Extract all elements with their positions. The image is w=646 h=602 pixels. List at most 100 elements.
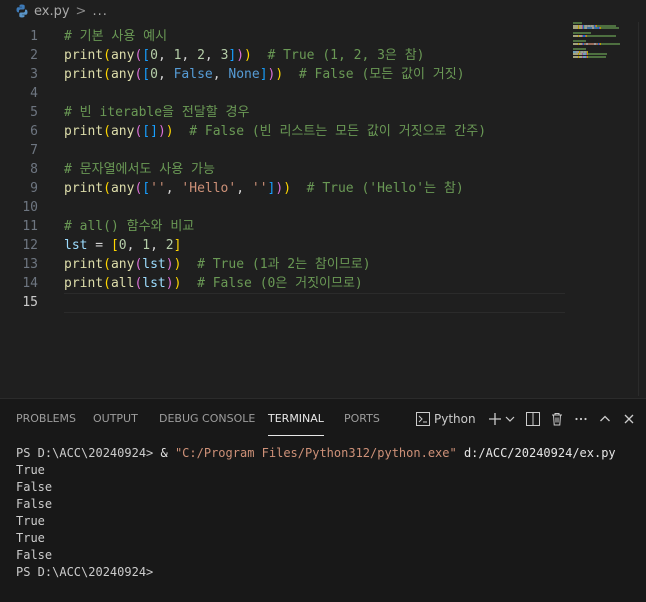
code-token: ]: [259, 67, 268, 82]
code-token: # True (1, 2, 3은 참): [251, 48, 425, 63]
code-token: # True ('Hello'는 참): [291, 181, 464, 196]
code-text: # 기본 사용 예시: [64, 27, 167, 46]
code-token: (: [103, 181, 111, 196]
code-token: all: [110, 276, 135, 291]
code-token: ,: [157, 67, 174, 82]
terminal-command-argument: d:/ACC/20240924/ex.py: [456, 446, 616, 460]
code-token: (: [103, 48, 111, 63]
code-token: [: [142, 124, 151, 139]
trash-icon[interactable]: [548, 410, 566, 428]
code-token: ,: [165, 181, 182, 196]
code-text: print(any([])) # False (빈 리스트는 모든 값이 거짓으…: [64, 122, 486, 141]
line-number: 13: [22, 257, 38, 272]
code-token: 'Hello': [181, 181, 237, 196]
code-token: ): [165, 124, 174, 139]
line-number: 12: [22, 238, 38, 253]
line-number: 7: [30, 143, 38, 158]
breadcrumb-file-name[interactable]: ex.py: [34, 4, 70, 19]
code-line[interactable]: 1 # 기본 사용 예시: [0, 27, 560, 46]
code-line[interactable]: 14 print(all(lst)) # False (0은 거짓이므로): [0, 274, 560, 293]
chevron-up-icon[interactable]: [596, 410, 614, 428]
code-token: ): [165, 257, 174, 272]
tab-problems[interactable]: PROBLEMS: [16, 412, 76, 425]
close-icon[interactable]: [620, 410, 638, 428]
code-line[interactable]: 8 # 문자열에서도 사용 가능: [0, 160, 560, 179]
terminal-output-line: False: [16, 497, 53, 511]
tab-output[interactable]: OUTPUT: [93, 412, 138, 425]
code-line[interactable]: 15: [0, 293, 560, 312]
terminal-output-line: False: [16, 548, 53, 562]
code-line[interactable]: 11 # all() 함수와 비교: [0, 217, 560, 236]
line-number: 5: [30, 105, 38, 120]
code-line[interactable]: 4: [0, 84, 560, 103]
terminal-prompt: PS D:\ACC\20240924>: [16, 446, 161, 460]
terminal-command-executable: "C:/Program Files/Python312/python.exe": [174, 446, 457, 460]
code-token: # False (빈 리스트는 모든 값이 거짓으로 간주): [173, 124, 487, 139]
code-token: ,: [181, 48, 198, 63]
minimap-line: [587, 35, 616, 37]
code-token: print: [64, 67, 104, 82]
terminal-icon[interactable]: [414, 410, 432, 428]
more-icon[interactable]: [572, 410, 590, 428]
code-line[interactable]: 6 print(any([])) # False (빈 리스트는 모든 값이 거짓…: [0, 122, 560, 141]
code-token: # 기본 사용 예시: [64, 29, 168, 44]
code-line[interactable]: 5 # 빈 iterable을 전달할 경우: [0, 103, 560, 122]
code-line[interactable]: 7: [0, 141, 560, 160]
line-number: 10: [22, 200, 38, 215]
code-text: # 문자열에서도 사용 가능: [64, 160, 215, 179]
line-number: 15: [22, 295, 38, 310]
code-text: lst = [0, 1, 2]: [64, 236, 181, 255]
code-line[interactable]: 12 lst = [0, 1, 2]: [0, 236, 560, 255]
code-token: ): [275, 181, 284, 196]
code-text: # 빈 iterable을 전달할 경우: [64, 103, 249, 122]
code-token: 2: [165, 238, 174, 253]
minimap[interactable]: [573, 22, 633, 62]
chevron-down-icon[interactable]: [504, 410, 516, 428]
code-token: print: [64, 276, 104, 291]
code-token: [: [142, 48, 151, 63]
code-token: None: [228, 67, 260, 82]
code-token: # True (1과 2는 참이므로): [181, 257, 371, 272]
code-token: ,: [212, 67, 229, 82]
code-text: print(any([0, 1, 2, 3])) # True (1, 2, 3…: [64, 46, 425, 65]
code-token: ,: [157, 48, 174, 63]
code-line[interactable]: 3 print(any([0, False, None])) # False (모…: [0, 65, 560, 84]
code-token: any: [110, 48, 135, 63]
terminal-output-line: True: [16, 514, 45, 528]
line-number: 2: [30, 48, 38, 63]
code-token: ]: [150, 124, 158, 139]
tab-ports[interactable]: PORTS: [344, 412, 380, 425]
code-editor[interactable]: 1 # 기본 사용 예시 2 print(any([0, 1, 2, 3])) # T…: [0, 22, 646, 396]
code-text: print(any(['', 'Hello', ''])) # True ('H…: [64, 179, 464, 198]
code-token: any: [110, 124, 135, 139]
code-token: (: [103, 257, 111, 272]
code-token: [: [142, 181, 151, 196]
tab-debug-console[interactable]: DEBUG CONSOLE: [159, 412, 255, 425]
code-line[interactable]: 10: [0, 198, 560, 217]
code-token: ): [275, 67, 284, 82]
terminal-command-line: PS D:\ACC\20240924> & "C:/Program Files/…: [16, 445, 616, 462]
code-line[interactable]: 9 print(any(['', 'Hello', ''])) # True ('…: [0, 179, 560, 198]
code-line[interactable]: 13 print(any(lst)) # True (1과 2는 참이므로): [0, 255, 560, 274]
code-text: # all() 함수와 비교: [64, 217, 194, 236]
code-token: print: [64, 124, 104, 139]
minimap-line: [588, 55, 606, 58]
editor-scrollbar[interactable]: [638, 22, 646, 396]
code-text: print(any(lst)) # True (1과 2는 참이므로): [64, 255, 371, 274]
split-icon[interactable]: [524, 410, 542, 428]
terminal-profile-label[interactable]: Python: [434, 412, 476, 426]
panel-actions: Python: [414, 409, 638, 429]
terminal-output-line: True: [16, 531, 45, 545]
line-number: 11: [22, 219, 38, 234]
breadcrumb-separator: >: [75, 3, 87, 19]
code-line[interactable]: 2 print(any([0, 1, 2, 3])) # True (1, 2, …: [0, 46, 560, 65]
tab-terminal[interactable]: TERMINAL: [268, 412, 324, 436]
code-token: ): [165, 276, 174, 291]
code-token: # 문자열에서도 사용 가능: [64, 162, 215, 177]
breadcrumb-symbols[interactable]: ...: [92, 4, 107, 19]
line-number: 1: [30, 29, 38, 44]
plus-icon[interactable]: [486, 410, 504, 428]
code-token: any: [110, 67, 135, 82]
code-token: ): [157, 124, 166, 139]
code-token: ,: [150, 238, 166, 253]
